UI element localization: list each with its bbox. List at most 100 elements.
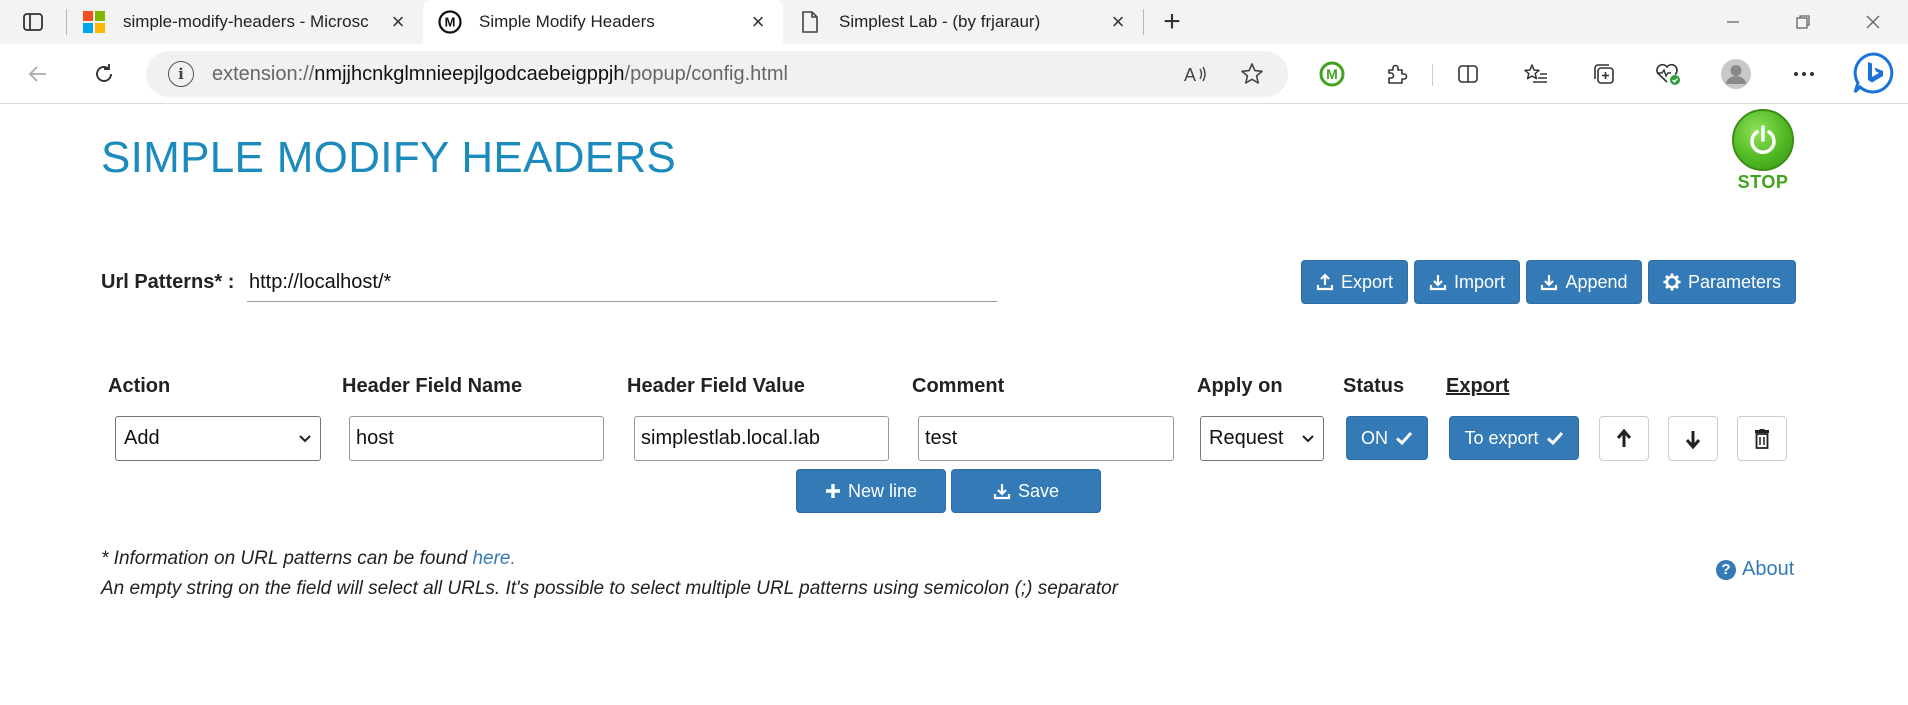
browser-tab-strip: simple-modify-headers - Microsc × M Simp… [0, 0, 1908, 44]
move-down-button[interactable] [1668, 416, 1718, 461]
arrow-up-icon [1616, 428, 1632, 447]
tab-actions-icon [23, 13, 43, 31]
column-header-apply-on: Apply on [1197, 375, 1283, 397]
bing-chat-icon[interactable] [1852, 51, 1896, 95]
save-label: Save [1017, 480, 1060, 501]
browser-essentials-icon[interactable] [1650, 56, 1686, 92]
new-line-button[interactable]: New line [796, 469, 946, 513]
svg-text:M: M [445, 15, 456, 30]
restore-icon[interactable] [1768, 0, 1838, 44]
document-icon [797, 9, 823, 35]
favorite-star-icon[interactable] [1234, 56, 1270, 92]
status-label: ON [1361, 427, 1388, 448]
window-controls [1698, 0, 1908, 44]
chevron-down-icon [299, 434, 311, 442]
close-tab-icon[interactable]: × [387, 9, 409, 35]
address-bar[interactable]: i extension://nmjjhcnkglmnieepjlgodcaebe… [146, 51, 1288, 97]
download-icon [993, 484, 1011, 500]
header-value-input[interactable] [634, 416, 889, 461]
tab-actions-button[interactable] [0, 0, 66, 44]
header-name-input[interactable] [349, 416, 604, 461]
tab-ms-docs[interactable]: simple-modify-headers - Microsc × [67, 0, 423, 44]
close-window-icon[interactable] [1838, 0, 1908, 44]
action-select[interactable]: Add [115, 416, 321, 461]
minimize-icon[interactable] [1698, 0, 1768, 44]
extensions-puzzle-icon[interactable] [1378, 56, 1414, 92]
about-link[interactable]: ? About [1716, 558, 1794, 581]
action-select-value: Add [124, 427, 160, 449]
import-button-label: Import [1453, 271, 1505, 292]
checkmark-icon [1546, 431, 1563, 446]
svg-text:M: M [1326, 66, 1338, 82]
column-header-header-name: Header Field Name [342, 375, 523, 397]
toolbar-separator [1432, 64, 1433, 86]
column-header-header-value: Header Field Value [627, 375, 805, 397]
chevron-down-icon [1302, 434, 1314, 442]
favorites-list-icon[interactable] [1518, 56, 1554, 92]
url-patterns-label: Url Patterns* : [101, 271, 235, 293]
address-url: extension://nmjjhcnkglmnieepjlgodcaebeig… [212, 63, 788, 86]
status-toggle-button[interactable]: ON [1346, 416, 1428, 460]
column-header-status: Status [1343, 375, 1405, 397]
url-pattern-info: * Information on URL patterns can be fou… [101, 548, 516, 570]
extension-m-icon: M [437, 9, 463, 35]
import-button[interactable]: Import [1414, 260, 1520, 304]
simple-modify-headers-extension-icon[interactable]: M [1314, 56, 1350, 92]
column-header-action: Action [108, 375, 171, 397]
tab-simple-modify-headers[interactable]: M Simple Modify Headers × [423, 0, 783, 44]
tab-title: Simple Modify Headers [479, 12, 655, 31]
export-button-label: Export [1340, 271, 1394, 292]
comment-input[interactable] [918, 416, 1174, 461]
export-button[interactable]: Export [1301, 260, 1408, 304]
stop-label: STOP [1737, 172, 1789, 192]
url-prefix: extension:// [212, 62, 315, 85]
read-aloud-icon[interactable]: A [1178, 56, 1214, 92]
profile-avatar-icon[interactable] [1718, 56, 1754, 92]
arrow-down-icon [1685, 430, 1701, 449]
back-icon[interactable] [20, 56, 56, 92]
microsoft-logo-icon [81, 9, 107, 35]
append-button-label: Append [1565, 271, 1628, 292]
trash-icon [1755, 428, 1769, 449]
checkmark-icon [1395, 431, 1413, 446]
column-header-comment: Comment [912, 375, 1005, 397]
export-icon [1316, 273, 1334, 291]
more-options-icon[interactable] [1786, 56, 1822, 92]
url-host: nmjjhcnkglmnieepjlgodcaebeigppjh [314, 62, 625, 85]
to-export-toggle-button[interactable]: To export [1449, 416, 1579, 460]
parameters-button[interactable]: Parameters [1648, 260, 1796, 304]
new-tab-button[interactable]: + [1144, 0, 1200, 44]
save-button[interactable]: Save [951, 469, 1101, 513]
apply-on-select[interactable]: Request [1200, 416, 1324, 461]
info-text: * Information on URL patterns can be fou… [101, 548, 468, 569]
delete-row-button[interactable] [1737, 416, 1787, 461]
append-button[interactable]: Append [1526, 260, 1642, 304]
close-tab-icon[interactable]: × [1107, 9, 1129, 35]
gear-icon [1663, 273, 1681, 291]
power-icon [1732, 109, 1794, 171]
empty-string-info: An empty string on the field will select… [101, 578, 1119, 599]
config-page: SIMPLE MODIFY HEADERS STOP Url Patterns*… [0, 105, 1908, 705]
collections-icon[interactable] [1586, 56, 1622, 92]
tab-title: simple-modify-headers - Microsc [123, 12, 369, 31]
column-header-export-link[interactable]: Export [1446, 375, 1509, 398]
tab-simplest-lab[interactable]: Simplest Lab - (by frjaraur) × [783, 0, 1143, 44]
parameters-button-label: Parameters [1687, 271, 1782, 292]
info-here-link[interactable]: here. [472, 548, 515, 569]
to-export-label: To export [1464, 427, 1539, 448]
url-path: /popup/config.html [624, 62, 788, 85]
append-icon [1541, 275, 1558, 291]
page-title: SIMPLE MODIFY HEADERS [101, 133, 677, 182]
site-info-icon[interactable]: i [168, 61, 194, 87]
close-tab-icon[interactable]: × [747, 9, 769, 35]
split-screen-icon[interactable] [1450, 56, 1486, 92]
tab-title: Simplest Lab - (by frjaraur) [839, 12, 1041, 31]
refresh-icon[interactable] [86, 56, 122, 92]
apply-on-select-value: Request [1209, 427, 1284, 449]
url-patterns-input[interactable] [247, 264, 997, 302]
browser-toolbar: i extension://nmjjhcnkglmnieepjlgodcaebe… [0, 44, 1908, 104]
move-up-button[interactable] [1599, 416, 1649, 461]
import-icon [1429, 275, 1447, 291]
stop-button[interactable]: STOP [1730, 109, 1796, 199]
question-circle-icon: ? [1716, 559, 1736, 580]
